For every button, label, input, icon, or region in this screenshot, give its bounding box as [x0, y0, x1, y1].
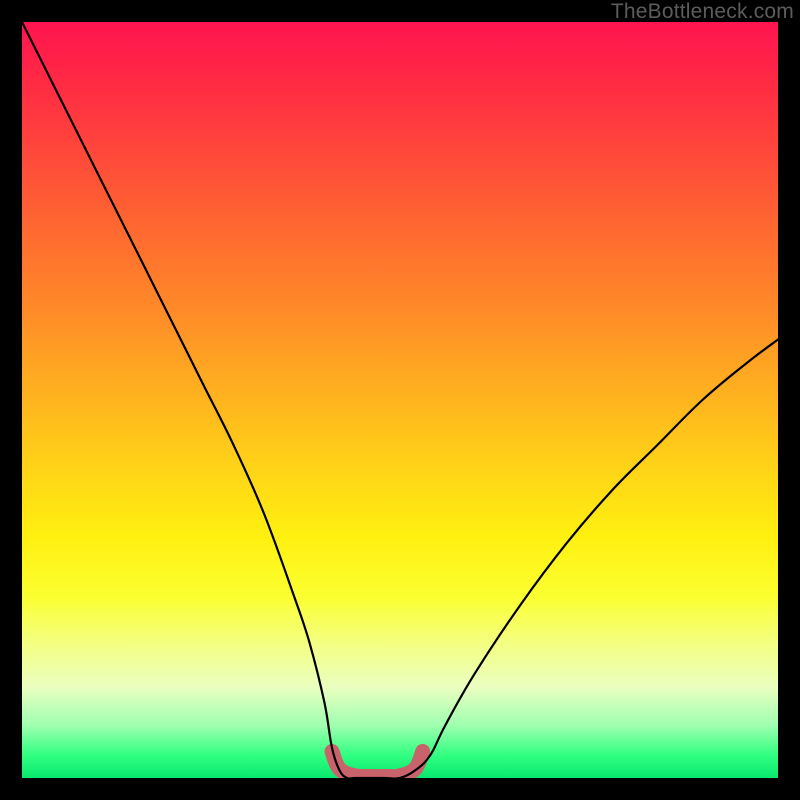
- optimal-band: [332, 752, 423, 777]
- watermark-text: TheBottleneck.com: [611, 0, 794, 24]
- bottleneck-curve: [22, 22, 778, 778]
- plot-area: [22, 22, 778, 778]
- chart-frame: TheBottleneck.com: [0, 0, 800, 800]
- curve-layer: [22, 22, 778, 778]
